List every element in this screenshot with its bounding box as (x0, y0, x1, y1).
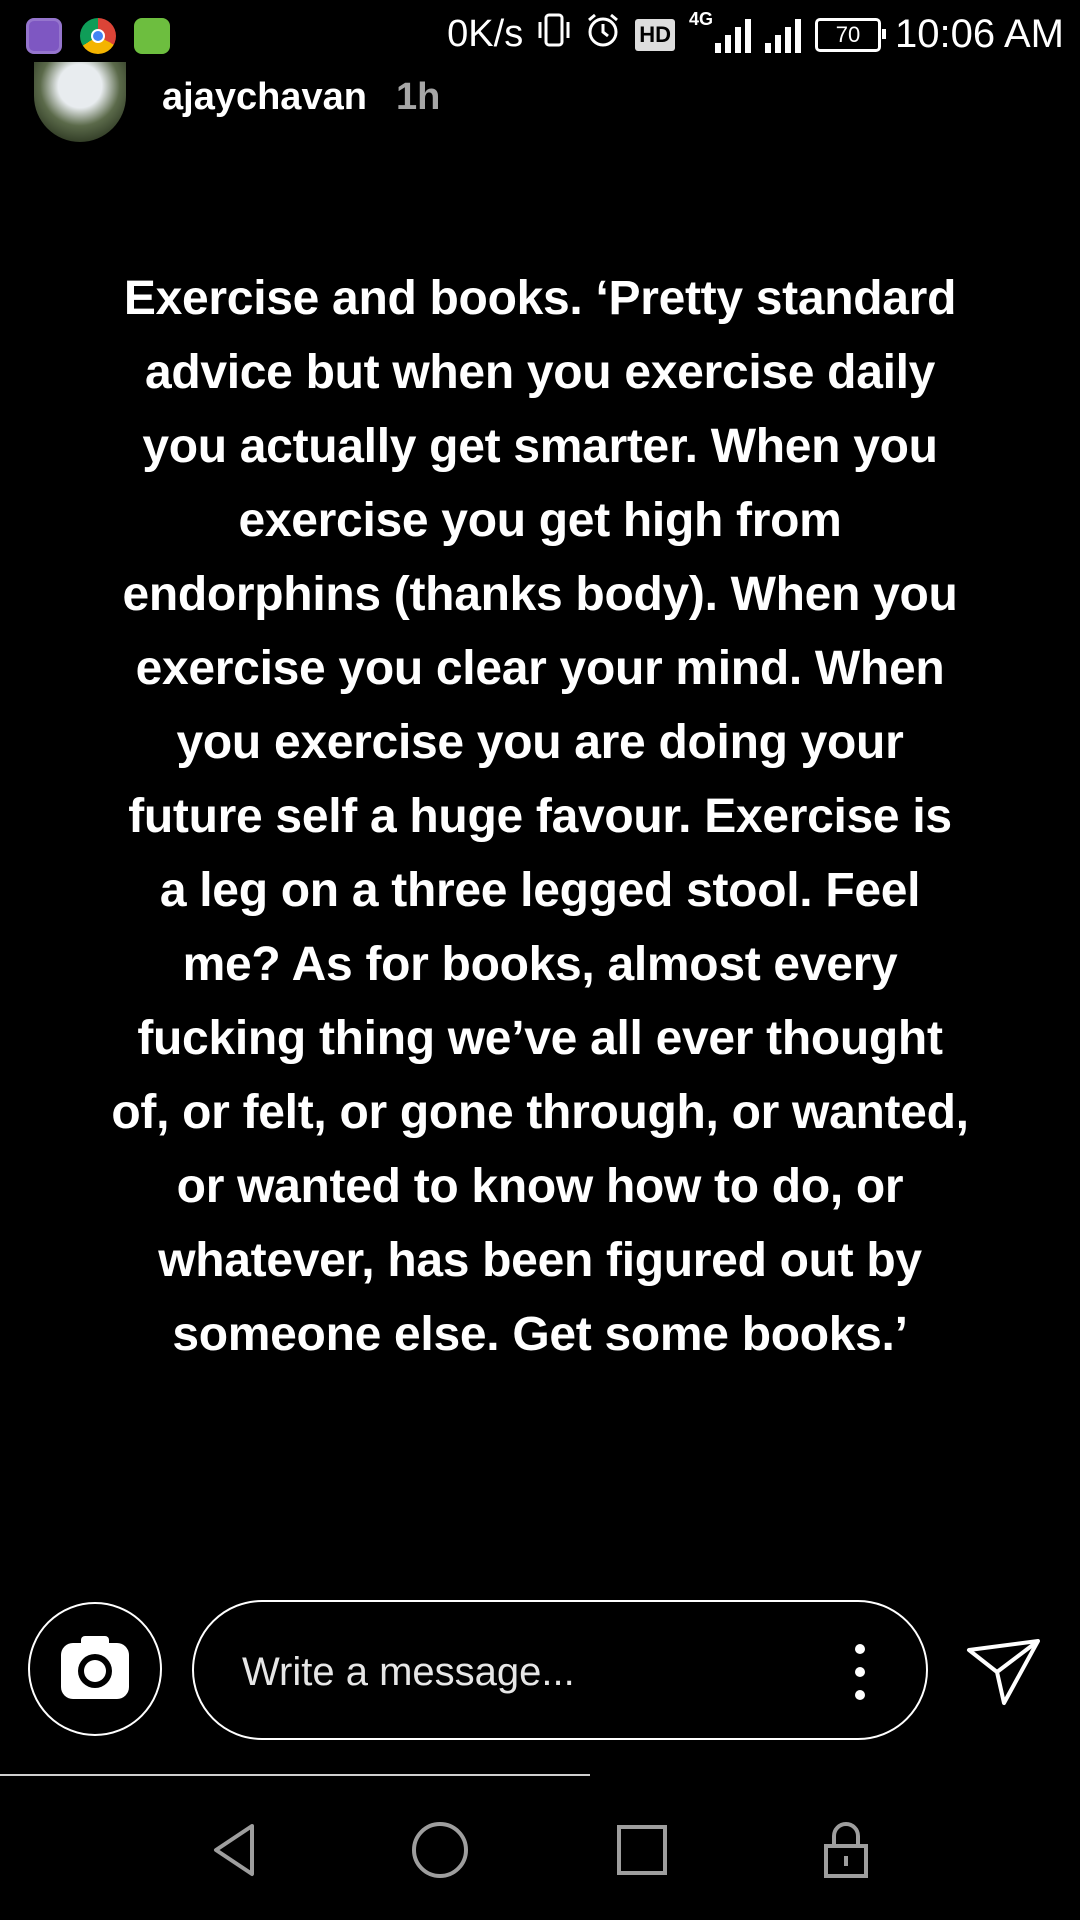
recents-button[interactable] (612, 1820, 672, 1880)
lock-icon (824, 1822, 868, 1878)
chrome-icon (80, 18, 116, 54)
mobile-signal: 4G (689, 9, 751, 53)
username[interactable]: ajaychavan (162, 76, 367, 119)
home-button[interactable] (410, 1820, 470, 1880)
recents-icon (617, 1825, 667, 1875)
signal-icon (714, 17, 751, 53)
more-vertical-icon[interactable] (854, 1644, 866, 1700)
shield-icon (134, 18, 170, 54)
message-input[interactable]: Write a message... (192, 1600, 928, 1740)
signal-icon-2 (764, 17, 801, 53)
send-icon[interactable] (966, 1638, 1042, 1706)
back-icon (214, 1824, 254, 1876)
gallery-icon (26, 18, 62, 54)
clock: 10:06 AM (894, 12, 1064, 56)
battery-icon: 70 (814, 17, 886, 52)
camera-icon (61, 1636, 129, 1699)
home-icon (412, 1822, 468, 1878)
post-time: 1h (396, 76, 441, 118)
hd-badge: HD (635, 18, 675, 51)
system-indicators: 0K/s HD 4G 70 10:06 AM (447, 9, 1064, 57)
vibrate-icon (537, 12, 571, 57)
alarm-icon (585, 12, 621, 57)
avatar[interactable] (34, 62, 126, 142)
notification-icons (26, 18, 170, 54)
camera-button[interactable] (28, 1602, 162, 1736)
back-button[interactable] (206, 1820, 266, 1880)
network-speed: 0K/s (447, 13, 524, 55)
message-placeholder: Write a message... (242, 1650, 575, 1694)
story-text: Exercise and books. ‘Pretty standard adv… (111, 272, 969, 1361)
network-type: 4G (688, 8, 713, 29)
status-bar: 0K/s HD 4G 70 10:06 AM (0, 0, 1080, 72)
navigation-bar (0, 1776, 1080, 1920)
lock-button[interactable] (816, 1820, 876, 1880)
